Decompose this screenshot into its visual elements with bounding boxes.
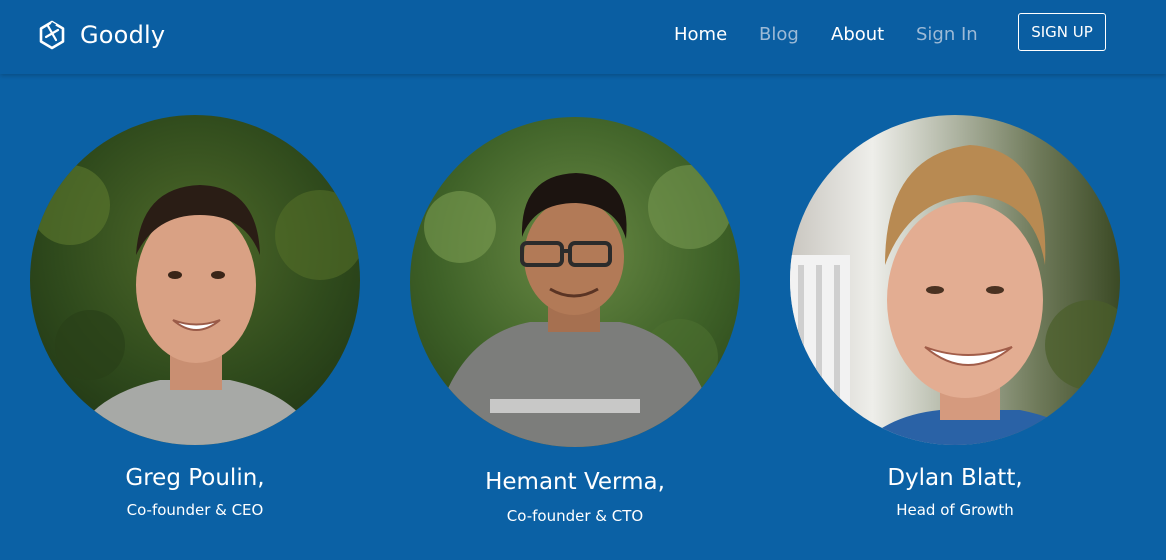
team-member-card: Greg Poulin, Co-founder & CEO bbox=[30, 115, 360, 519]
greg-poulin-photo bbox=[30, 115, 360, 445]
hexagon-logo-icon bbox=[36, 19, 68, 51]
brand-logo-link[interactable]: Goodly bbox=[36, 18, 165, 52]
nav-about[interactable]: About bbox=[831, 24, 884, 45]
hemant-verma-photo bbox=[410, 117, 740, 447]
nav-home[interactable]: Home bbox=[674, 24, 727, 45]
nav-blog[interactable]: Blog bbox=[759, 24, 799, 45]
sign-up-button[interactable]: SIGN UP bbox=[1018, 13, 1106, 51]
team-member-card: Dylan Blatt, Head of Growth bbox=[790, 115, 1120, 519]
nav-sign-in[interactable]: Sign In bbox=[916, 24, 978, 45]
member-name: Greg Poulin, bbox=[125, 465, 265, 491]
member-name: Dylan Blatt, bbox=[887, 465, 1023, 491]
brand-name: Goodly bbox=[80, 21, 166, 49]
top-navbar: Goodly Home Blog About Sign In SIGN UP bbox=[0, 0, 1166, 74]
dylan-blatt-photo bbox=[790, 115, 1120, 445]
member-role: Head of Growth bbox=[896, 501, 1014, 519]
member-role: Co-founder & CTO bbox=[506, 507, 644, 525]
team-member-card: Hemant Verma, Co-founder & CTO bbox=[410, 117, 740, 525]
member-role: Co-founder & CEO bbox=[126, 501, 264, 519]
member-name: Hemant Verma, bbox=[485, 469, 665, 495]
